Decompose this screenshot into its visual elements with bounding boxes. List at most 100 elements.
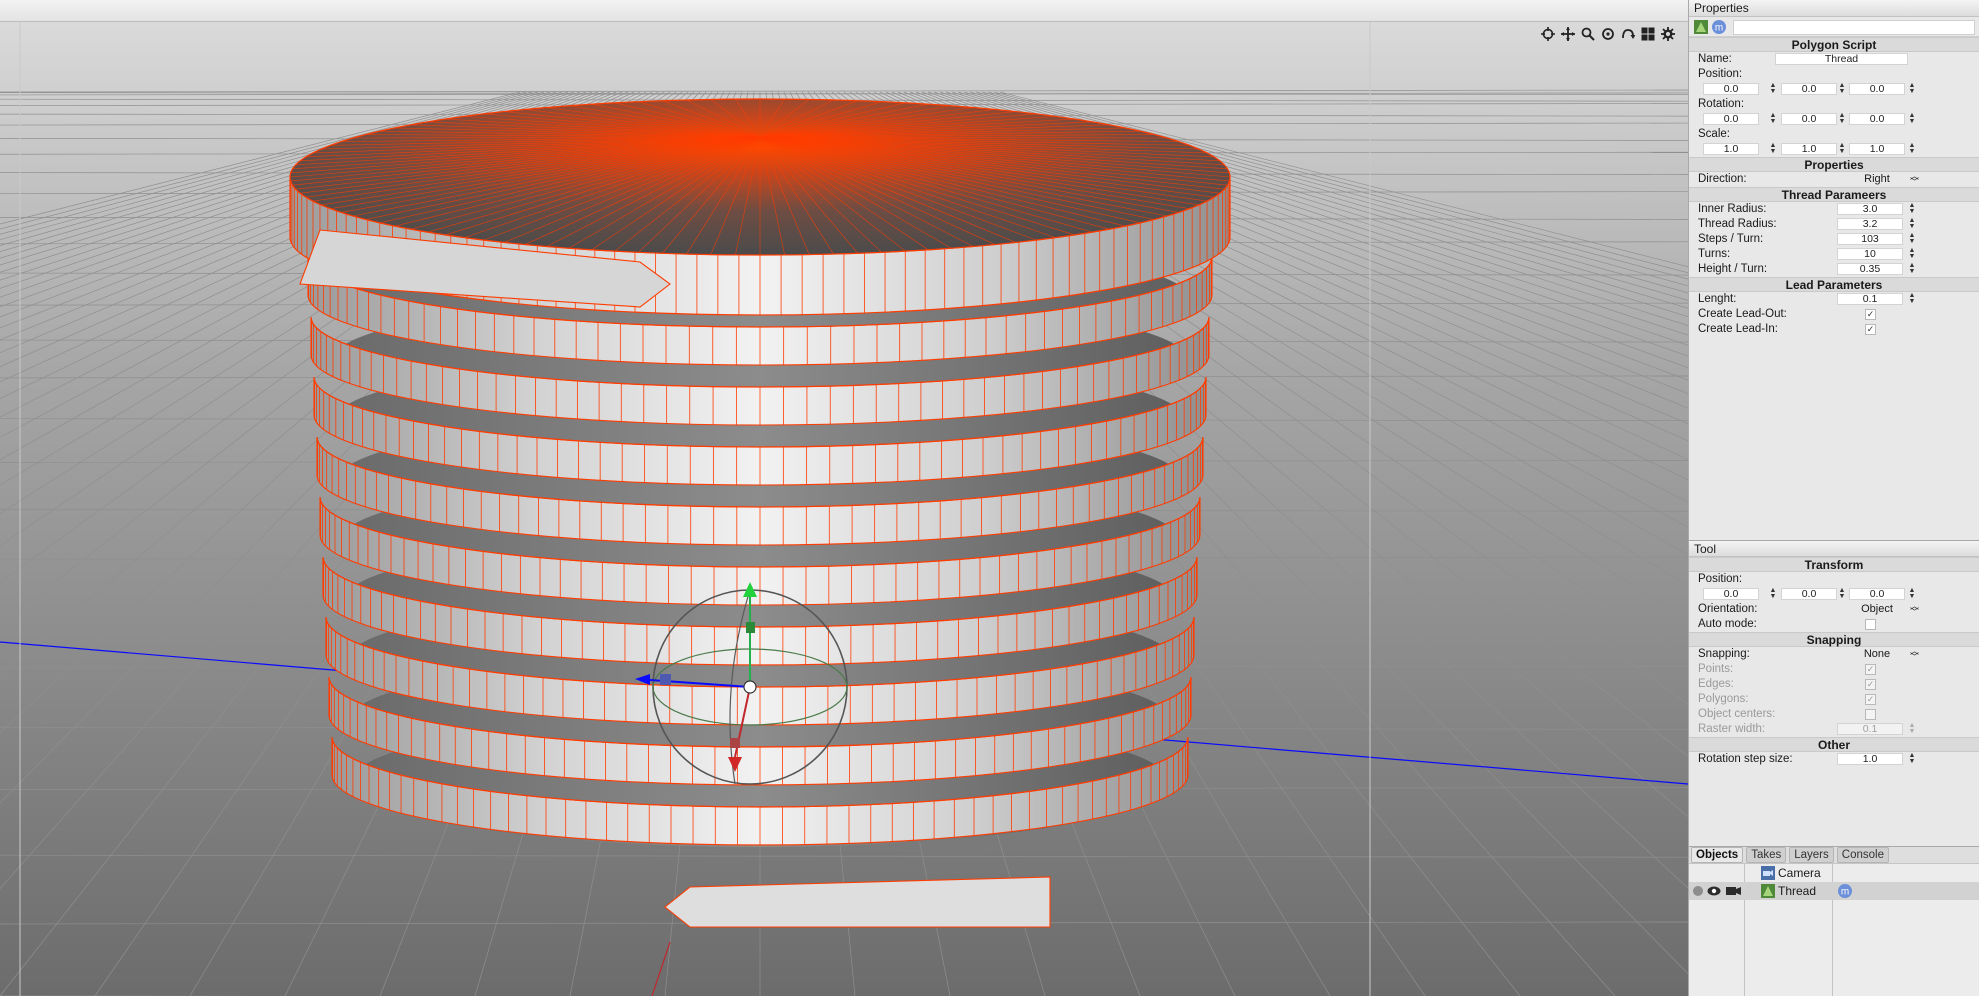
- position-z-stepper[interactable]: ▲ ▼: [1908, 82, 1916, 96]
- object-name-thread: Thread: [1778, 884, 1817, 898]
- orientation-select[interactable]: Object: [1839, 602, 1915, 617]
- scale-x-field[interactable]: 1.0: [1703, 143, 1759, 155]
- raster-width-label: Raster width:: [1698, 723, 1766, 735]
- rotation-b-field[interactable]: 0.0: [1849, 113, 1905, 125]
- snapping-select[interactable]: None: [1839, 647, 1915, 662]
- name-row: Name: Thread: [1689, 52, 1979, 67]
- raster-width-stepper[interactable]: ▲ ▼: [1908, 722, 1916, 736]
- position-y-field[interactable]: 0.0: [1781, 83, 1837, 95]
- other-header: Other: [1689, 737, 1979, 752]
- object-centers-checkbox[interactable]: [1865, 709, 1876, 720]
- tool-position-z-stepper[interactable]: ▲ ▼: [1908, 587, 1916, 601]
- tab-console[interactable]: Console: [1836, 847, 1889, 863]
- rotation-p-stepper[interactable]: ▲ ▼: [1838, 112, 1846, 126]
- viewport-top-bar: [0, 0, 1688, 22]
- tool-position-y-field[interactable]: 0.0: [1781, 588, 1837, 600]
- polygon-script-icon[interactable]: [1693, 19, 1709, 35]
- tool-position-label-row: Position:: [1689, 572, 1979, 587]
- rotation-b-stepper[interactable]: ▲ ▼: [1908, 112, 1916, 126]
- position-label: Position:: [1698, 68, 1743, 80]
- scale-x-stepper[interactable]: ▲ ▼: [1769, 142, 1777, 156]
- script-tag-icon[interactable]: m: [1837, 883, 1853, 899]
- lead-parameters-header: Lead Parameters: [1689, 277, 1979, 292]
- raster-width-field[interactable]: 0.1: [1837, 723, 1903, 735]
- eye-icon[interactable]: [1707, 885, 1721, 897]
- zoom-icon[interactable]: [1580, 26, 1596, 42]
- scale-y-stepper[interactable]: ▲ ▼: [1838, 142, 1846, 156]
- objects-panel: Objects Takes Layers Console Camera Thre…: [1689, 846, 1979, 996]
- steps-turn-stepper[interactable]: ▲ ▼: [1908, 232, 1916, 246]
- render-camera-icon[interactable]: [1726, 885, 1741, 897]
- scale-z-field[interactable]: 1.0: [1849, 143, 1905, 155]
- rotation-h-field[interactable]: 0.0: [1703, 113, 1759, 125]
- object-row-thread[interactable]: Thread m: [1689, 882, 1979, 900]
- gizmo-y-handle[interactable]: [746, 622, 755, 633]
- tab-takes[interactable]: Takes: [1746, 847, 1787, 863]
- position-z-field[interactable]: 0.0: [1849, 83, 1905, 95]
- rotation-p-field[interactable]: 0.0: [1781, 113, 1837, 125]
- rotation-h-stepper[interactable]: ▲ ▼: [1769, 112, 1777, 126]
- 3d-viewport[interactable]: [0, 22, 1688, 996]
- height-turn-field[interactable]: 0.35: [1837, 263, 1903, 275]
- gizmo-z-handle[interactable]: [660, 674, 671, 685]
- tool-position-x-stepper[interactable]: ▲ ▼: [1769, 587, 1777, 601]
- thread-radius-row: Thread Radius: 3.2 ▲ ▼: [1689, 217, 1979, 232]
- height-turn-stepper[interactable]: ▲ ▼: [1908, 262, 1916, 276]
- orientation-select-arrows[interactable]: ︿ ﹀: [1910, 602, 1919, 617]
- visibility-dot-icon[interactable]: [1693, 886, 1703, 896]
- layout-icon[interactable]: [1640, 26, 1656, 42]
- direction-select[interactable]: Right: [1839, 172, 1915, 187]
- points-checkbox[interactable]: ✓: [1865, 664, 1876, 675]
- polygons-checkbox[interactable]: ✓: [1865, 694, 1876, 705]
- camera-icon: [1761, 866, 1775, 880]
- direction-select-arrows[interactable]: ︿ ﹀: [1910, 172, 1919, 187]
- rotate-view-icon[interactable]: [1600, 26, 1616, 42]
- properties-search-input[interactable]: [1733, 20, 1975, 35]
- edges-checkbox[interactable]: ✓: [1865, 679, 1876, 690]
- position-y-stepper[interactable]: ▲ ▼: [1838, 82, 1846, 96]
- inner-radius-field[interactable]: 3.0: [1837, 203, 1903, 215]
- auto-mode-label: Auto mode:: [1698, 618, 1757, 630]
- thread-model[interactable]: [289, 98, 1231, 928]
- steps-turn-field[interactable]: 103: [1837, 233, 1903, 245]
- tool-position-y-stepper[interactable]: ▲ ▼: [1838, 587, 1846, 601]
- snapping-select-arrows[interactable]: ︿ ﹀: [1910, 647, 1919, 662]
- undo-view-icon[interactable]: [1620, 26, 1636, 42]
- points-label: Points:: [1698, 663, 1734, 675]
- length-stepper[interactable]: ▲ ▼: [1908, 292, 1916, 306]
- object-row-camera[interactable]: Camera: [1689, 864, 1979, 882]
- settings-icon[interactable]: [1660, 26, 1676, 42]
- viewport-scene[interactable]: [0, 22, 1688, 996]
- tab-objects[interactable]: Objects: [1691, 847, 1744, 863]
- position-x-field[interactable]: 0.0: [1703, 83, 1759, 95]
- frame-all-icon[interactable]: [1540, 26, 1556, 42]
- tool-position-x-field[interactable]: 0.0: [1703, 588, 1759, 600]
- name-field[interactable]: Thread: [1775, 53, 1908, 65]
- scale-z-stepper[interactable]: ▲ ▼: [1908, 142, 1916, 156]
- rotation-step-field[interactable]: 1.0: [1837, 753, 1903, 765]
- position-x-stepper[interactable]: ▲ ▼: [1769, 82, 1777, 96]
- thread-radius-field[interactable]: 3.2: [1837, 218, 1903, 230]
- gizmo-center[interactable]: [743, 680, 757, 694]
- thread-parameters-header: Thread Parameers: [1689, 187, 1979, 202]
- length-field[interactable]: 0.1: [1837, 293, 1903, 305]
- scale-y-field[interactable]: 1.0: [1781, 143, 1837, 155]
- tool-position-z-field[interactable]: 0.0: [1849, 588, 1905, 600]
- auto-mode-checkbox[interactable]: [1865, 619, 1876, 630]
- rotation-step-stepper[interactable]: ▲ ▼: [1908, 752, 1916, 766]
- length-label: Lenght:: [1698, 293, 1737, 305]
- script-tag-icon[interactable]: m: [1711, 19, 1727, 35]
- gizmo-x-handle[interactable]: [730, 738, 740, 748]
- object-centers-label: Object centers:: [1698, 708, 1776, 720]
- turns-field[interactable]: 10: [1837, 248, 1903, 260]
- move-view-icon[interactable]: [1560, 26, 1576, 42]
- orientation-row: Orientation: Object ︿ ﹀: [1689, 602, 1979, 617]
- lead-out-checkbox[interactable]: ✓: [1865, 309, 1876, 320]
- height-turn-row: Height / Turn: 0.35 ▲ ▼: [1689, 262, 1979, 277]
- tab-layers[interactable]: Layers: [1789, 847, 1834, 863]
- inner-radius-stepper[interactable]: ▲ ▼: [1908, 202, 1916, 216]
- lead-in-checkbox[interactable]: ✓: [1865, 324, 1876, 335]
- turns-stepper[interactable]: ▲ ▼: [1908, 247, 1916, 261]
- turns-label: Turns:: [1698, 248, 1731, 260]
- thread-radius-stepper[interactable]: ▲ ▼: [1908, 217, 1916, 231]
